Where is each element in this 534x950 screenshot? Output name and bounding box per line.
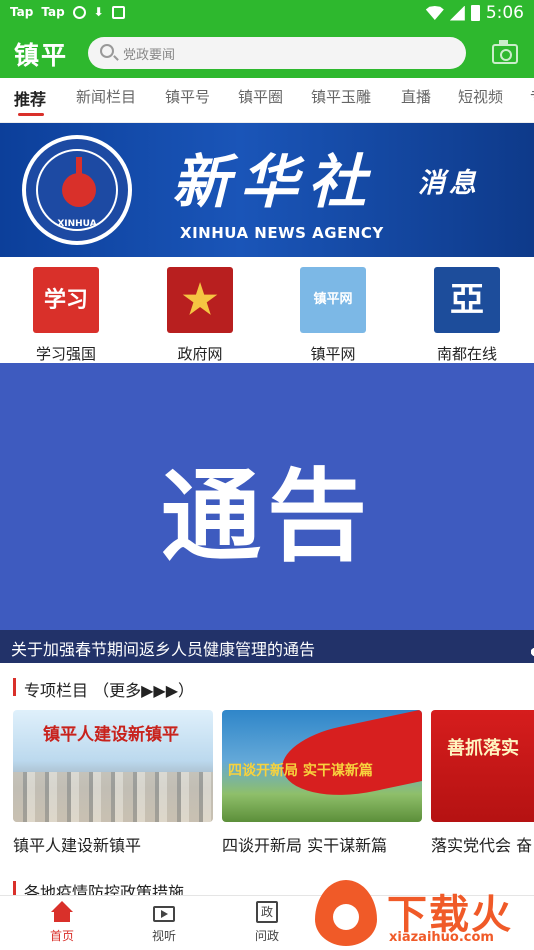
card-title: 镇平人建设新镇平 [13, 836, 142, 855]
download-icon: ⬇ [93, 5, 104, 19]
quick-links: 学习 学习强国 ★ 政府网 镇平网 镇平网 亞 南都在线 [0, 257, 534, 363]
active-tab-indicator [18, 113, 44, 116]
national-emblem-icon: ★ [167, 267, 233, 333]
special-cards-row: 镇平人建设新镇平 镇平人建设新镇平 四谈开新局 实干谋新篇 四谈开新局 实干谋新… [0, 710, 534, 860]
tab-news-columns[interactable]: 新闻栏目 [76, 86, 136, 107]
taptap-icon: Tap [10, 5, 34, 19]
tab-recommend[interactable]: 推荐 [14, 86, 46, 110]
taptap-icon: Tap [41, 5, 65, 19]
quick-link-nandu-online[interactable]: 亞 南都在线 [417, 267, 517, 364]
search-input[interactable]: 党政要闻 [88, 37, 466, 69]
app-icon [111, 5, 125, 19]
tab-special[interactable]: 专 [530, 86, 534, 107]
search-icon [100, 44, 114, 58]
xinhua-english-name: XINHUA NEWS AGENCY [180, 224, 384, 242]
card-thumbnail: 镇平人建设新镇平 [13, 710, 213, 822]
nav-home[interactable]: 首页 [32, 901, 92, 944]
tab-zhenping-account[interactable]: 镇平号 [165, 86, 210, 107]
tab-short-video[interactable]: 短视频 [458, 86, 503, 107]
tab-jade-carving[interactable]: 镇平玉雕 [311, 86, 371, 107]
xinhua-chinese-name: 新华社 [172, 148, 377, 216]
app-logo[interactable]: 镇平 [14, 36, 68, 72]
status-bar: Tap Tap ⬇ 5:06 [0, 0, 534, 28]
carousel-caption-text: 关于加强春节期间返乡人员健康管理的通告 [11, 640, 316, 659]
special-section-title[interactable]: 专项栏目 （更多▶▶▶） [24, 677, 194, 701]
status-time: 5:06 [485, 3, 524, 23]
home-icon [51, 901, 73, 923]
camera-icon[interactable] [492, 40, 518, 64]
notice-big-text: 通告 [161, 457, 373, 575]
nandu-logo-icon: 亞 [434, 267, 500, 333]
xinhua-emblem: XINHUA [22, 135, 132, 245]
battery-icon [470, 5, 480, 21]
tab-zhenping-circle[interactable]: 镇平圈 [238, 86, 283, 107]
zhenping-web-icon: 镇平网 [300, 267, 366, 333]
quick-link-xuexi[interactable]: 学习 学习强国 [16, 267, 116, 364]
xinhua-banner[interactable]: XINHUA 新华社 消息 XINHUA NEWS AGENCY [0, 123, 534, 257]
flame-icon [315, 880, 377, 946]
tv-icon [153, 901, 175, 923]
quick-link-government[interactable]: ★ 政府网 [150, 267, 250, 364]
search-placeholder: 党政要闻 [123, 48, 176, 63]
app-header: Tap Tap ⬇ 5:06 镇平 党政要闻 [0, 0, 534, 78]
xuexi-logo-icon: 学习 [33, 267, 99, 333]
category-tabs: 推荐 新闻栏目 镇平号 镇平圈 镇平玉雕 直播 短视频 专 [0, 78, 534, 123]
nav-media[interactable]: 视听 [134, 901, 194, 944]
card-title: 落实党代会 奋 [431, 836, 533, 855]
section-marker [13, 678, 16, 696]
special-card[interactable]: 善抓落实 落实党代会 奋 [431, 710, 534, 856]
quick-link-zhenping-web[interactable]: 镇平网 镇平网 [283, 267, 383, 364]
special-card[interactable]: 镇平人建设新镇平 镇平人建设新镇平 [13, 710, 213, 856]
wifi-icon [425, 6, 444, 20]
sync-icon [72, 5, 86, 19]
notice-carousel[interactable]: 通告 关于加强春节期间返乡人员健康管理的通告 [0, 363, 534, 663]
watermark-logo: 下载火 xiazaihuo.com [315, 880, 534, 950]
card-title: 四谈开新局 实干谋新篇 [222, 836, 388, 855]
inquiry-icon: 政 [256, 901, 278, 923]
tab-live[interactable]: 直播 [401, 86, 431, 107]
card-thumbnail: 四谈开新局 实干谋新篇 [222, 710, 422, 822]
nav-inquiry[interactable]: 政 问政 [237, 901, 297, 944]
card-thumbnail: 善抓落实 [431, 710, 534, 822]
special-card[interactable]: 四谈开新局 实干谋新篇 四谈开新局 实干谋新篇 [222, 710, 422, 856]
signal-icon [449, 5, 465, 21]
xinhua-message-label: 消息 [418, 168, 480, 199]
carousel-caption: 关于加强春节期间返乡人员健康管理的通告 [0, 630, 534, 663]
